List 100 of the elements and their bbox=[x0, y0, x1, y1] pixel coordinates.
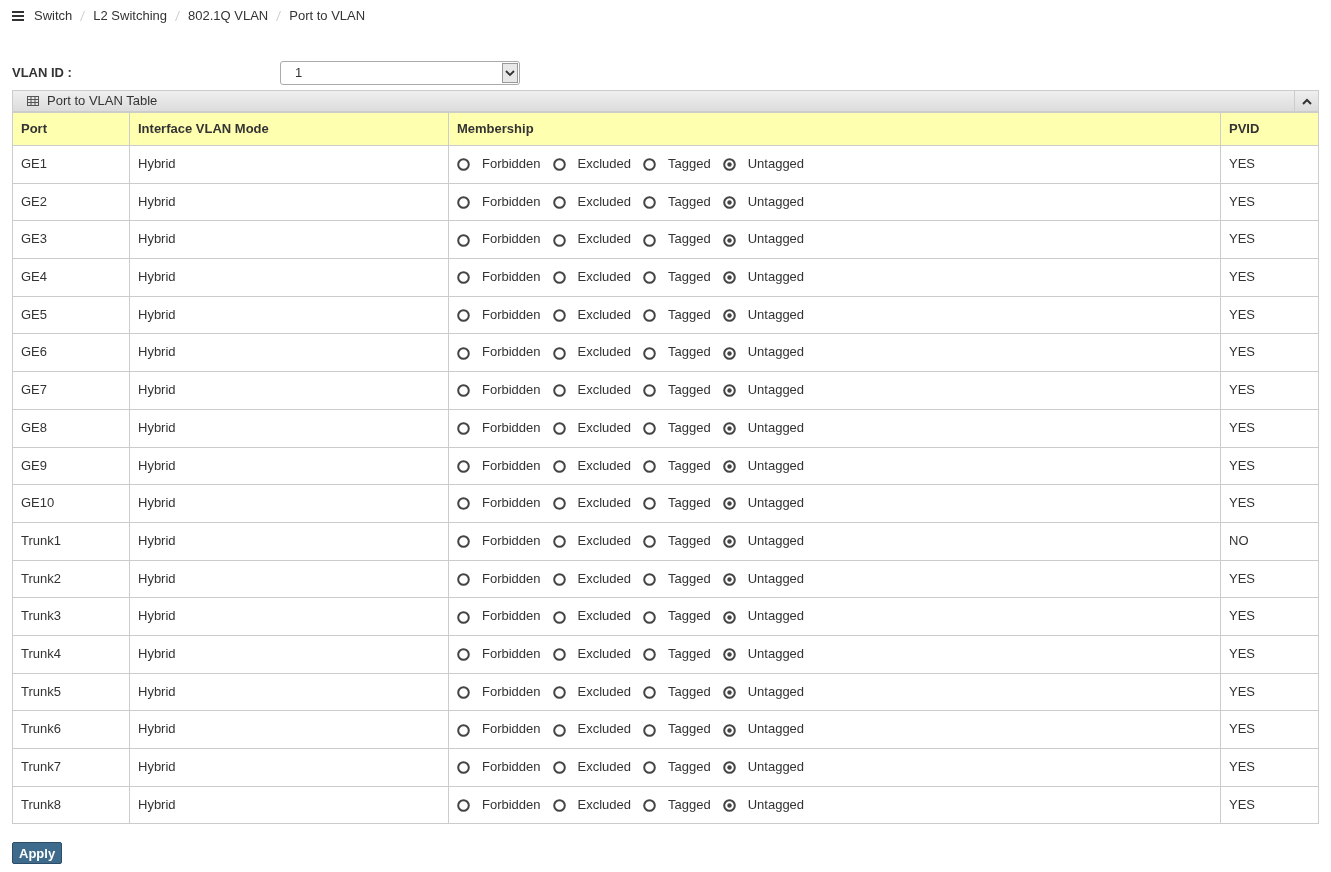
radio-label[interactable]: Excluded bbox=[577, 455, 632, 475]
radio-button[interactable] bbox=[552, 309, 566, 322]
radio-button-selected[interactable] bbox=[722, 309, 736, 322]
radio-label[interactable]: Tagged bbox=[668, 757, 711, 777]
radio-label[interactable]: Excluded bbox=[577, 568, 632, 589]
radio-label[interactable]: Untagged bbox=[747, 417, 805, 438]
radio-label[interactable]: Forbidden bbox=[482, 229, 541, 249]
radio-button[interactable] bbox=[643, 648, 657, 662]
radio-button-selected[interactable] bbox=[722, 648, 736, 662]
radio-label[interactable]: Excluded bbox=[577, 757, 632, 777]
radio-button[interactable] bbox=[643, 346, 657, 360]
radio-label[interactable]: Forbidden bbox=[482, 719, 541, 739]
radio-button[interactable] bbox=[457, 459, 470, 473]
radio-button[interactable] bbox=[552, 723, 566, 737]
radio-button-selected[interactable] bbox=[722, 459, 736, 473]
radio-button-selected[interactable] bbox=[722, 195, 736, 209]
radio-button[interactable] bbox=[552, 158, 566, 172]
radio-button[interactable] bbox=[552, 459, 566, 473]
radio-button-selected[interactable] bbox=[722, 798, 736, 812]
radio-label[interactable]: Tagged bbox=[668, 342, 711, 362]
radio-label[interactable]: Forbidden bbox=[482, 417, 541, 438]
radio-button-selected[interactable] bbox=[722, 535, 736, 549]
radio-button-selected[interactable] bbox=[722, 422, 736, 436]
radio-label[interactable]: Tagged bbox=[668, 643, 711, 664]
radio-button[interactable] bbox=[457, 384, 470, 398]
radio-label[interactable]: Excluded bbox=[577, 606, 632, 626]
radio-label[interactable]: Forbidden bbox=[482, 530, 541, 551]
radio-label[interactable]: Tagged bbox=[668, 530, 711, 551]
radio-label[interactable]: Excluded bbox=[577, 229, 632, 249]
vlan-id-select[interactable]: 1 bbox=[280, 61, 520, 85]
radio-label[interactable]: Forbidden bbox=[482, 304, 541, 325]
radio-label[interactable]: Untagged bbox=[747, 568, 805, 589]
radio-button[interactable] bbox=[643, 610, 657, 624]
radio-button-selected[interactable] bbox=[722, 572, 736, 586]
radio-label[interactable]: Tagged bbox=[668, 380, 711, 400]
breadcrumb-item[interactable]: Switch bbox=[34, 5, 73, 26]
radio-button-selected[interactable] bbox=[722, 610, 736, 624]
radio-button[interactable] bbox=[643, 798, 657, 812]
radio-button[interactable] bbox=[643, 309, 657, 322]
radio-button-selected[interactable] bbox=[722, 346, 736, 360]
radio-label[interactable]: Excluded bbox=[577, 417, 632, 438]
radio-label[interactable]: Untagged bbox=[747, 154, 805, 174]
radio-label[interactable]: Forbidden bbox=[482, 643, 541, 664]
radio-button[interactable] bbox=[457, 422, 470, 436]
radio-button[interactable] bbox=[457, 535, 470, 549]
radio-button[interactable] bbox=[643, 723, 657, 737]
radio-button[interactable] bbox=[457, 761, 470, 775]
radio-label[interactable]: Tagged bbox=[668, 191, 711, 212]
radio-button[interactable] bbox=[643, 761, 657, 775]
radio-label[interactable]: Untagged bbox=[747, 643, 805, 664]
menu-icon[interactable] bbox=[12, 10, 24, 21]
radio-button[interactable] bbox=[643, 384, 657, 398]
radio-button-selected[interactable] bbox=[722, 761, 736, 775]
radio-label[interactable]: Excluded bbox=[577, 794, 632, 815]
radio-label[interactable]: Excluded bbox=[577, 719, 632, 739]
radio-label[interactable]: Untagged bbox=[747, 342, 805, 362]
radio-button[interactable] bbox=[552, 271, 566, 285]
radio-button[interactable] bbox=[552, 384, 566, 398]
radio-button[interactable] bbox=[552, 535, 566, 549]
radio-label[interactable]: Forbidden bbox=[482, 794, 541, 815]
radio-button[interactable] bbox=[457, 497, 470, 511]
radio-label[interactable]: Excluded bbox=[577, 643, 632, 664]
radio-button-selected[interactable] bbox=[722, 271, 736, 285]
radio-label[interactable]: Forbidden bbox=[482, 342, 541, 362]
radio-label[interactable]: Untagged bbox=[747, 794, 805, 815]
radio-button-selected[interactable] bbox=[722, 158, 736, 172]
radio-label[interactable]: Excluded bbox=[577, 267, 632, 287]
radio-label[interactable]: Tagged bbox=[668, 417, 711, 438]
radio-button[interactable] bbox=[552, 572, 566, 586]
radio-label[interactable]: Tagged bbox=[668, 568, 711, 589]
radio-button[interactable] bbox=[457, 723, 470, 737]
radio-label[interactable]: Excluded bbox=[577, 681, 632, 702]
radio-button-selected[interactable] bbox=[722, 384, 736, 398]
radio-button-selected[interactable] bbox=[722, 723, 736, 737]
radio-button[interactable] bbox=[643, 459, 657, 473]
radio-label[interactable]: Tagged bbox=[668, 267, 711, 287]
radio-label[interactable]: Untagged bbox=[747, 681, 805, 702]
radio-label[interactable]: Forbidden bbox=[482, 606, 541, 626]
radio-button[interactable] bbox=[457, 271, 470, 285]
radio-label[interactable]: Excluded bbox=[577, 342, 632, 362]
radio-label[interactable]: Tagged bbox=[668, 681, 711, 702]
radio-button[interactable] bbox=[457, 685, 470, 699]
radio-button[interactable] bbox=[457, 572, 470, 586]
radio-label[interactable]: Tagged bbox=[668, 493, 711, 513]
radio-label[interactable]: Tagged bbox=[668, 606, 711, 626]
radio-label[interactable]: Forbidden bbox=[482, 455, 541, 475]
radio-button[interactable] bbox=[552, 761, 566, 775]
radio-button[interactable] bbox=[552, 648, 566, 662]
radio-button[interactable] bbox=[552, 685, 566, 699]
radio-button[interactable] bbox=[457, 158, 470, 172]
radio-label[interactable]: Untagged bbox=[747, 267, 805, 287]
radio-button[interactable] bbox=[643, 497, 657, 511]
radio-label[interactable]: Forbidden bbox=[482, 191, 541, 212]
radio-button[interactable] bbox=[552, 497, 566, 511]
radio-button-selected[interactable] bbox=[722, 685, 736, 699]
radio-label[interactable]: Untagged bbox=[747, 229, 805, 249]
radio-label[interactable]: Tagged bbox=[668, 229, 711, 249]
radio-label[interactable]: Excluded bbox=[577, 380, 632, 400]
radio-button[interactable] bbox=[457, 309, 470, 322]
radio-button[interactable] bbox=[552, 195, 566, 209]
